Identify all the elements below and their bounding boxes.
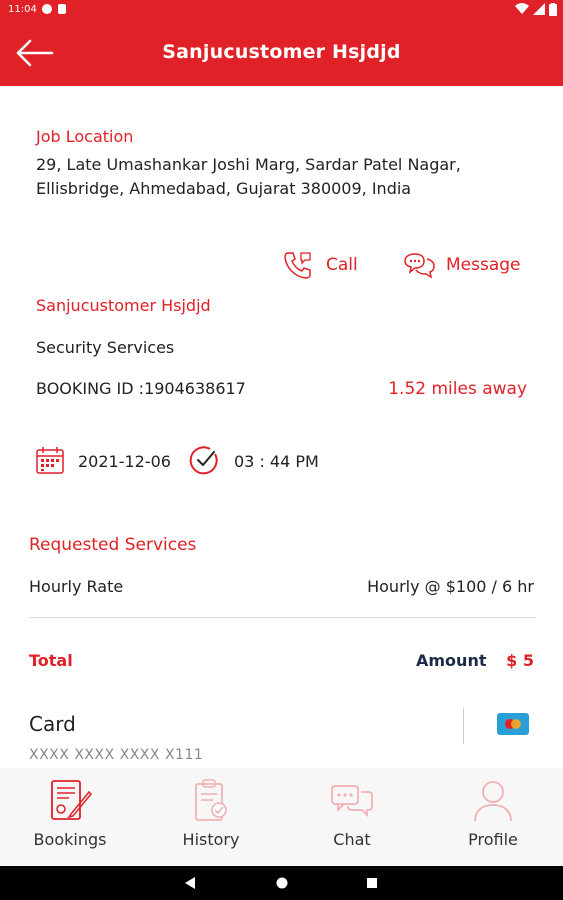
bottom-navigation: Bookings History Chat Profile (0, 768, 563, 866)
battery-icon (549, 3, 557, 16)
total-label: Total (29, 651, 73, 670)
history-icon (195, 779, 227, 821)
nav-history[interactable]: History (141, 778, 281, 849)
service-name: Security Services (36, 338, 175, 357)
booking-date: 2021-12-06 (78, 452, 171, 471)
amount-value: $ 5 (506, 651, 534, 670)
system-recents-icon[interactable] (367, 878, 377, 888)
nav-bookings[interactable]: Bookings (0, 778, 140, 849)
status-bar: 11:04 (0, 0, 563, 20)
signal-icon (533, 3, 545, 15)
payment-method: Card (29, 712, 76, 736)
nav-bookings-label: Bookings (33, 830, 107, 849)
message-label: Message (446, 255, 521, 275)
message-button[interactable]: Message (402, 248, 521, 282)
chat-icon (331, 785, 373, 818)
booking-time: 03 : 44 PM (234, 452, 319, 471)
wifi-icon (515, 3, 529, 15)
nav-chat[interactable]: Chat (282, 778, 422, 849)
nav-chat-label: Chat (333, 830, 371, 849)
system-back-icon[interactable] (184, 877, 196, 889)
bookings-icon (51, 780, 93, 820)
chat-bubbles-icon (404, 253, 435, 279)
nav-history-label: History (182, 830, 240, 849)
app-bar: Sanjucustomer Hsjdjd (0, 20, 563, 86)
address-line-2: Ellisbridge, Ahmedabad, Gujarat 380009, … (36, 179, 412, 198)
vertical-divider (463, 708, 464, 744)
page-title: Sanjucustomer Hsjdjd (162, 41, 401, 63)
app-notification-icon (42, 4, 52, 14)
card-number: XXXX XXXX XXXX X111 (29, 747, 204, 763)
clock-check-icon (189, 446, 218, 475)
call-label: Call (326, 255, 358, 275)
service-item-value: Hourly @ $100 / 6 hr (367, 577, 534, 596)
call-button[interactable]: Call (282, 248, 358, 282)
amount-label: Amount (416, 651, 487, 670)
status-indicators (515, 3, 557, 16)
distance: 1.52 miles away (388, 379, 527, 399)
sim-icon (58, 4, 66, 14)
credit-card-icon (497, 713, 529, 735)
divider (29, 617, 535, 618)
address-line-1: 29, Late Umashankar Joshi Marg, Sardar P… (36, 155, 461, 174)
profile-icon (474, 781, 512, 822)
requested-services-heading: Requested Services (29, 535, 197, 555)
status-time: 11:04 (8, 4, 37, 15)
system-navigation-bar (0, 866, 563, 900)
system-home-icon[interactable] (276, 877, 288, 889)
phone-icon (284, 252, 311, 279)
nav-profile-label: Profile (468, 830, 518, 849)
calendar-icon (36, 447, 64, 474)
booking-id: BOOKING ID :1904638617 (36, 379, 246, 398)
customer-name: Sanjucustomer Hsjdjd (36, 296, 211, 315)
job-location-label: Job Location (36, 127, 134, 146)
service-item-name: Hourly Rate (29, 577, 124, 596)
nav-profile[interactable]: Profile (423, 778, 563, 849)
